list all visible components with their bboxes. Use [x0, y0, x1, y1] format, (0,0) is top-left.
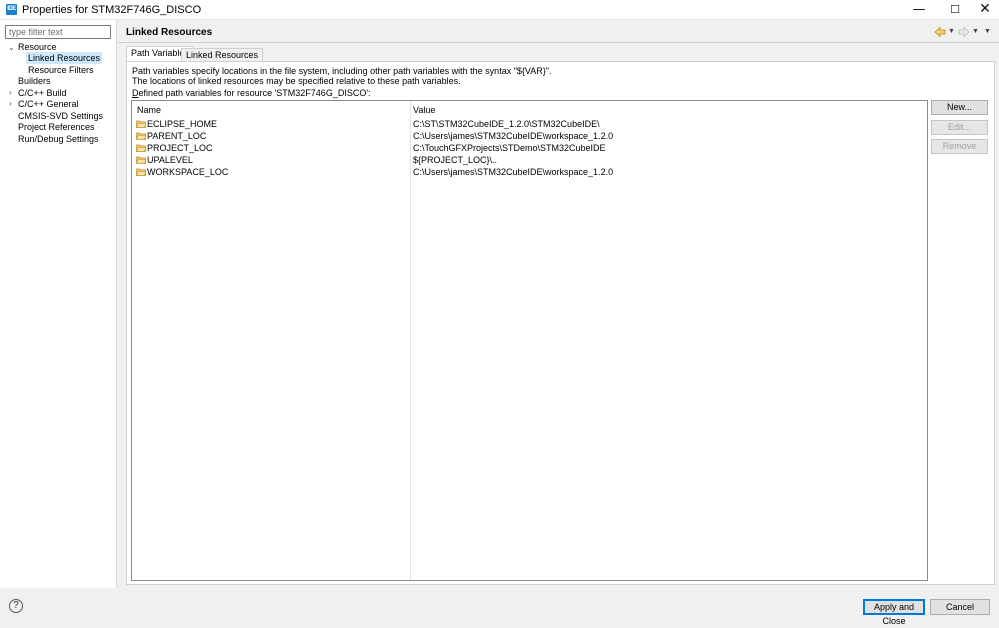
table-row[interactable]: UPALEVEL ${PROJECT_LOC}\..	[132, 154, 927, 166]
folder-icon	[136, 132, 146, 140]
new-variable-button[interactable]: New...	[931, 100, 988, 115]
defined-variables-label: Defined path variables for resource 'STM…	[132, 88, 371, 98]
page-header: Linked Resources ▼ ▼ ▼	[118, 20, 999, 42]
back-history-dropdown-icon[interactable]: ▼	[948, 28, 955, 35]
apply-and-close-button[interactable]: Apply and Close	[863, 599, 925, 626]
row-name: PROJECT_LOC	[147, 143, 213, 153]
collapse-chevron-icon[interactable]: ⌄	[8, 42, 15, 54]
column-header-name[interactable]: Name	[137, 103, 161, 117]
tree-item-cpp-general[interactable]: C/C++ General	[18, 98, 79, 110]
forward-history-dropdown-icon: ▼	[972, 28, 979, 35]
forward-arrow-icon	[958, 26, 970, 38]
table-row[interactable]: WORKSPACE_LOC C:\Users\james\STM32CubeID…	[132, 166, 927, 178]
defined-variables-text: efined path variables for resource 'STM3…	[138, 88, 371, 98]
tree-item-project-references[interactable]: Project References	[18, 121, 95, 133]
path-variables-table[interactable]: Name Value ECLIPSE_HOME C:\ST\STM32CubeI…	[131, 100, 928, 581]
filter-input[interactable]	[5, 25, 111, 39]
maximize-button[interactable]: ☐	[940, 0, 970, 20]
tab-linked-resources[interactable]: Linked Resources	[181, 48, 264, 62]
row-value: C:\Users\james\STM32CubeIDE\workspace_1.…	[413, 167, 614, 177]
table-row[interactable]: PROJECT_LOC C:\TouchGFXProjects\STDemo\S…	[132, 142, 927, 154]
folder-icon	[136, 168, 146, 176]
folder-icon	[136, 120, 146, 128]
remove-variable-button: Remove	[931, 139, 988, 154]
window-titlebar: IDE Properties for STM32F746G_DISCO — ☐ …	[0, 0, 999, 20]
row-name: WORKSPACE_LOC	[147, 167, 229, 177]
header-divider	[118, 42, 999, 43]
app-icon: IDE	[6, 4, 17, 15]
row-value: C:\Users\james\STM32CubeIDE\workspace_1.…	[413, 131, 614, 141]
row-value: C:\ST\STM32CubeIDE_1.2.0\STM32CubeIDE\	[413, 119, 600, 129]
back-arrow-icon[interactable]	[934, 26, 946, 38]
folder-icon	[136, 156, 146, 164]
row-name: UPALEVEL	[147, 155, 193, 165]
minimize-button[interactable]: —	[904, 0, 934, 20]
row-name: PARENT_LOC	[147, 131, 207, 141]
property-page-tree: ⌄ Resource Linked Resources Resource Fil…	[0, 20, 117, 588]
table-row[interactable]: ECLIPSE_HOME C:\ST\STM32CubeIDE_1.2.0\ST…	[132, 118, 927, 130]
expand-chevron-icon[interactable]: ›	[9, 98, 12, 110]
column-header-value[interactable]: Value	[413, 103, 435, 117]
view-menu-icon[interactable]: ▼	[984, 28, 991, 35]
tree-item-run-debug-settings[interactable]: Run/Debug Settings	[18, 133, 99, 145]
cancel-button[interactable]: Cancel	[930, 599, 990, 615]
help-icon[interactable]: ?	[9, 599, 23, 613]
edit-variable-button: Edit...	[931, 120, 988, 135]
close-window-button[interactable]: ✕	[970, 0, 999, 20]
description-line-2: The locations of linked resources may be…	[132, 76, 461, 86]
tree-item-linked-resources[interactable]: Linked Resources	[26, 52, 103, 64]
row-name: ECLIPSE_HOME	[147, 119, 218, 129]
folder-icon	[136, 144, 146, 152]
table-row[interactable]: PARENT_LOC C:\Users\james\STM32CubeIDE\w…	[132, 130, 927, 142]
page-title: Linked Resources	[126, 27, 213, 38]
row-value: ${PROJECT_LOC}\..	[413, 155, 498, 165]
description-line-1: Path variables specify locations in the …	[132, 66, 552, 76]
tree-item-builders[interactable]: Builders	[18, 75, 51, 87]
row-value: C:\TouchGFXProjects\STDemo\STM32CubeIDE	[413, 143, 606, 153]
window-title: Properties for STM32F746G_DISCO	[22, 4, 202, 16]
